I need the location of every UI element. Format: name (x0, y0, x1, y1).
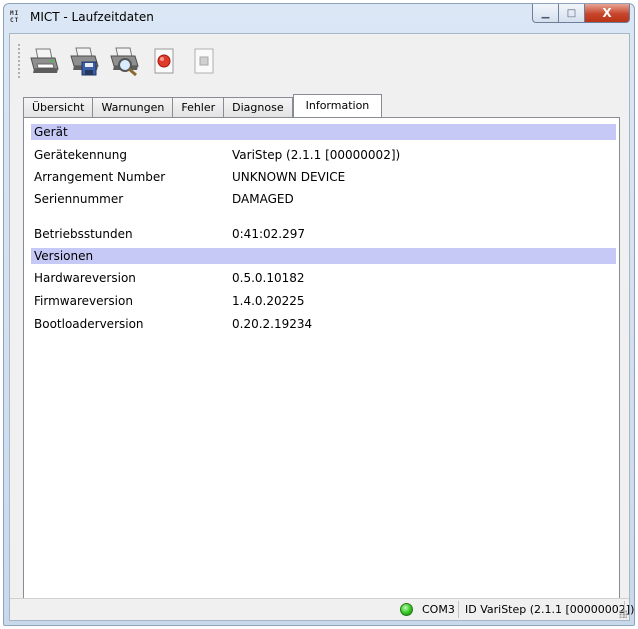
close-button[interactable]: X (585, 4, 630, 23)
maximize-icon: □ (566, 7, 577, 19)
operating-hours-label: Betriebsstunden (34, 227, 133, 241)
stop-button[interactable] (187, 44, 221, 78)
print-preview-icon (110, 47, 139, 77)
title-bar[interactable]: MI CT MICT - Laufzeitdaten ▁ □ X (4, 4, 634, 30)
toolbar (18, 40, 227, 82)
client-area: Übersicht Warnungen Fehler Diagnose Info… (9, 33, 634, 621)
arrangement-label: Arrangement Number (34, 170, 166, 184)
section-header-versions: Versionen (31, 248, 616, 264)
close-icon: X (602, 6, 612, 20)
stop-icon (194, 48, 214, 74)
bootloader-version-label: Bootloaderversion (34, 317, 144, 331)
window-title: MICT - Laufzeitdaten (30, 10, 154, 24)
maximize-button[interactable]: □ (559, 4, 585, 23)
app-window: MI CT MICT - Laufzeitdaten ▁ □ X Übersic… (3, 3, 635, 626)
operating-hours-value: 0:41:02.297 (232, 227, 305, 241)
section-header-device: Gerät (31, 124, 616, 140)
tab-errors[interactable]: Fehler (172, 97, 225, 117)
status-port: COM3 (422, 603, 455, 616)
record-button[interactable] (147, 44, 181, 78)
mict-app-icon: MI CT (10, 10, 20, 24)
window-controls: ▁ □ X (532, 4, 630, 24)
print-preview-button[interactable] (107, 44, 141, 78)
tab-overview[interactable]: Übersicht (23, 97, 94, 117)
print-button[interactable] (27, 44, 61, 78)
information-panel: Gerät Gerätekennung VariStep (2.1.1 [000… (23, 117, 620, 604)
status-divider (458, 601, 459, 618)
device-id-value: VariStep (2.1.1 [00000002]) (232, 148, 401, 162)
save-icon (70, 47, 99, 76)
hardware-version-value: 0.5.0.10182 (232, 271, 305, 285)
serial-value: DAMAGED (232, 192, 294, 206)
arrangement-value: UNKNOWN DEVICE (232, 170, 346, 184)
device-id-label: Gerätekennung (34, 148, 127, 162)
record-icon (154, 48, 174, 74)
bootloader-version-value: 0.20.2.19234 (232, 317, 313, 331)
status-bar: COM3 ID VariStep (2.1.1 [00000002]) (10, 598, 634, 620)
status-device-id: ID VariStep (2.1.1 [00000002]) (465, 603, 635, 616)
tab-information[interactable]: Information (292, 94, 383, 117)
tab-strip: Übersicht Warnungen Fehler Diagnose Info… (23, 94, 383, 117)
firmware-version-value: 1.4.0.20225 (232, 294, 305, 308)
minimize-button[interactable]: ▁ (532, 4, 559, 23)
print-icon (30, 48, 59, 73)
tab-warnings[interactable]: Warnungen (92, 97, 174, 117)
tab-diagnosis[interactable]: Diagnose (223, 97, 293, 117)
connection-status-icon (400, 603, 413, 616)
save-button[interactable] (67, 44, 101, 78)
firmware-version-label: Firmwareversion (34, 294, 133, 308)
serial-label: Seriennummer (34, 192, 124, 206)
resize-grip-icon[interactable] (619, 610, 627, 618)
minimize-icon: ▁ (541, 7, 550, 19)
toolbar-grip[interactable] (18, 44, 21, 78)
hardware-version-label: Hardwareversion (34, 271, 136, 285)
